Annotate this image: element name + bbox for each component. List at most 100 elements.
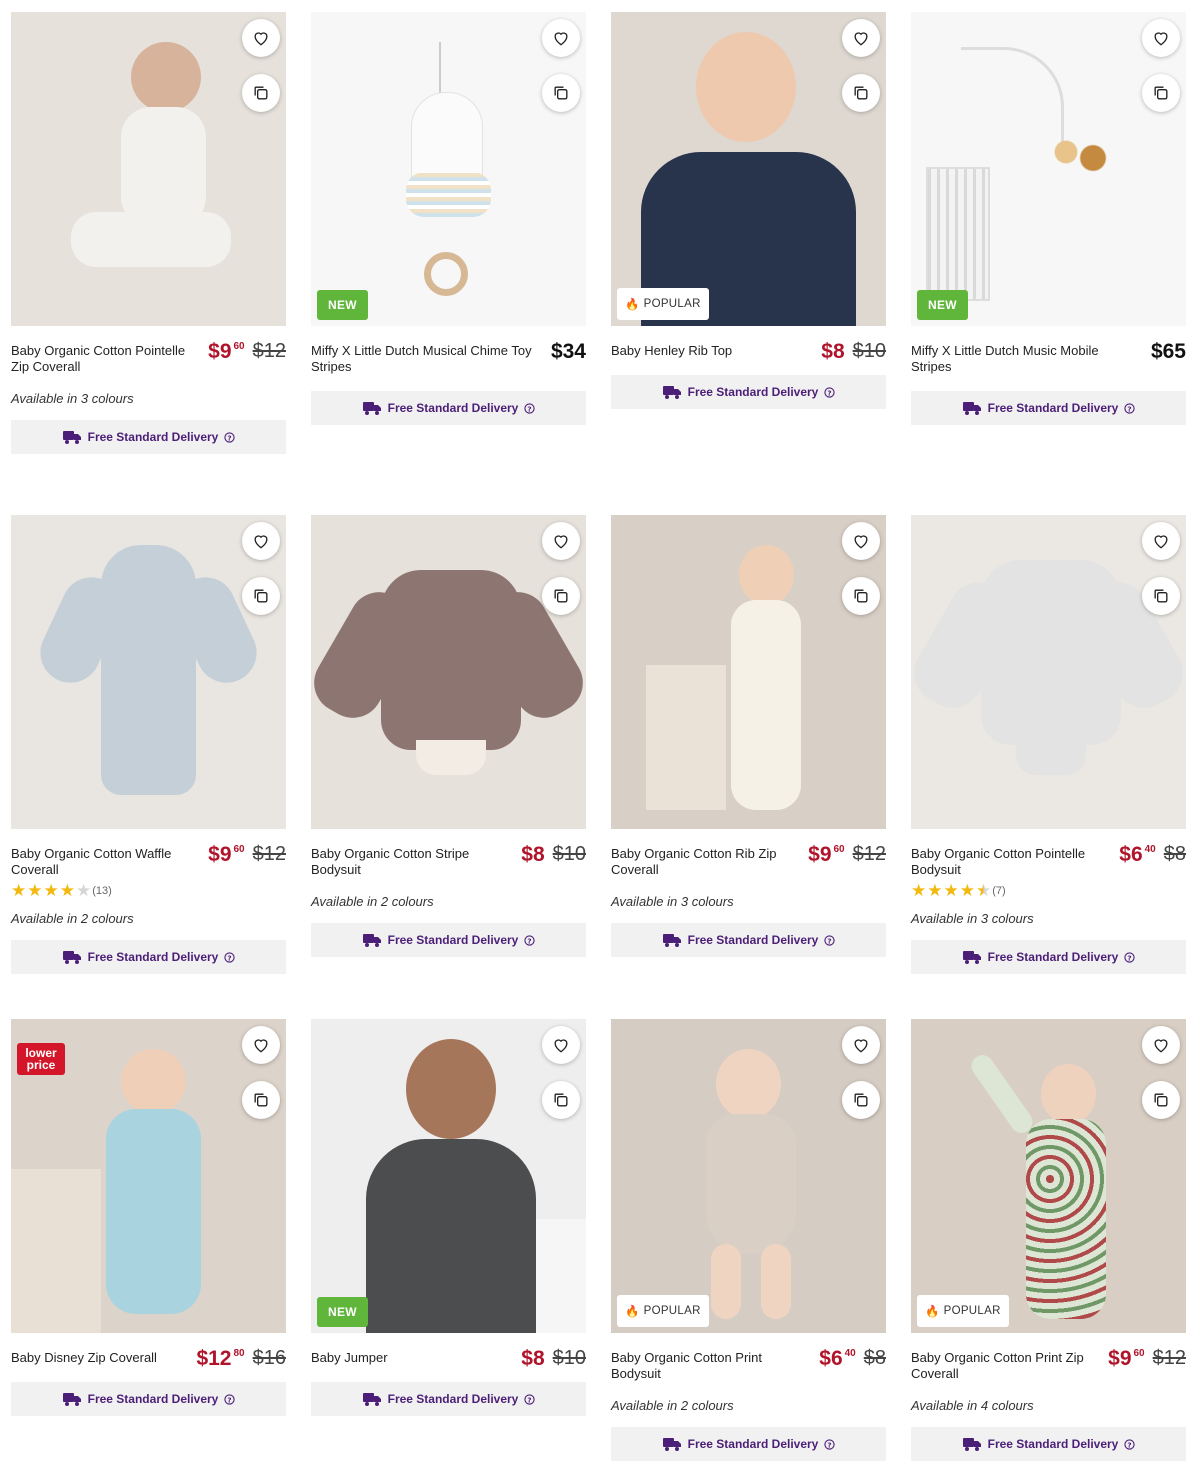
- compare-icon[interactable]: [1142, 74, 1180, 112]
- free-delivery-banner[interactable]: Free Standard Delivery ?: [611, 1427, 886, 1461]
- popular-badge: 🔥 POPULAR: [617, 1295, 709, 1327]
- free-delivery-banner[interactable]: Free Standard Delivery ?: [911, 391, 1186, 425]
- compare-icon[interactable]: [242, 74, 280, 112]
- delivery-truck-icon: [662, 934, 681, 947]
- free-delivery-banner[interactable]: Free Standard Delivery ?: [311, 1382, 586, 1416]
- wishlist-heart-icon[interactable]: [1142, 522, 1180, 560]
- free-delivery-banner[interactable]: Free Standard Delivery ?: [11, 420, 286, 454]
- product-image[interactable]: lower price: [11, 1019, 286, 1333]
- compare-icon[interactable]: [242, 1081, 280, 1119]
- product-card[interactable]: 🔥 POPULAR Baby Henley Rib Top $8 $10 Free…: [611, 12, 886, 409]
- product-image[interactable]: NEW: [911, 12, 1186, 326]
- new-badge: NEW: [317, 290, 368, 320]
- price-was: $8: [863, 1347, 886, 1369]
- help-icon: ?: [1124, 402, 1135, 414]
- star-rating[interactable]: ★ ★ ★ ★ ★ (7): [911, 882, 1186, 899]
- svg-text:?: ?: [1128, 404, 1132, 413]
- help-icon: ?: [524, 934, 535, 946]
- wishlist-heart-icon[interactable]: [242, 1026, 280, 1064]
- product-card[interactable]: Baby Organic Cotton Rib Zip Coverall $9 6…: [611, 515, 886, 957]
- free-delivery-banner[interactable]: Free Standard Delivery ?: [611, 375, 886, 409]
- help-icon: ?: [524, 402, 535, 414]
- product-image[interactable]: 🔥 POPULAR: [611, 12, 886, 326]
- product-image[interactable]: [11, 12, 286, 326]
- wishlist-heart-icon[interactable]: [242, 19, 280, 57]
- product-card[interactable]: 🔥 POPULAR Baby Organic Cotton Print Bodys…: [611, 1019, 886, 1461]
- price-now: $34: [550, 340, 586, 363]
- lower-price-badge: lower price: [17, 1043, 65, 1075]
- free-delivery-banner[interactable]: Free Standard Delivery ?: [311, 391, 586, 425]
- product-card[interactable]: NEW Miffy X Little Dutch Music Mobile St…: [911, 12, 1186, 425]
- product-card[interactable]: NEW Baby Jumper $8 $10 Free Standard Del…: [311, 1019, 586, 1416]
- help-icon: ?: [1124, 1438, 1135, 1450]
- product-image[interactable]: 🔥 POPULAR: [911, 1019, 1186, 1333]
- svg-text:?: ?: [228, 1395, 232, 1404]
- compare-icon[interactable]: [842, 577, 880, 615]
- delivery-truck-icon: [662, 1438, 681, 1451]
- delivery-truck-icon: [362, 934, 381, 947]
- flame-icon: 🔥: [925, 1306, 940, 1318]
- product-image[interactable]: [11, 515, 286, 829]
- free-delivery-banner[interactable]: Free Standard Delivery ?: [11, 940, 286, 974]
- delivery-truck-icon: [62, 951, 81, 964]
- half-star-icon: ★: [976, 881, 992, 900]
- delivery-truck-icon: [62, 1393, 81, 1406]
- delivery-truck-icon: [662, 386, 681, 399]
- new-badge: NEW: [917, 290, 968, 320]
- product-card[interactable]: NEW Miffy X Little Dutch Musical Chime T…: [311, 12, 586, 425]
- wishlist-heart-icon[interactable]: [542, 522, 580, 560]
- product-card[interactable]: Baby Organic Cotton Pointelle Bodysuit $…: [911, 515, 1186, 974]
- product-image[interactable]: [611, 515, 886, 829]
- product-card[interactable]: lower price Baby Disney Zip Coverall $12 8…: [11, 1019, 286, 1416]
- free-delivery-banner[interactable]: Free Standard Delivery ?: [311, 923, 586, 957]
- price-now: $9 60: [808, 843, 845, 866]
- wishlist-heart-icon[interactable]: [842, 19, 880, 57]
- product-card[interactable]: Baby Organic Cotton Waffle Coverall $9 60…: [11, 515, 286, 974]
- free-delivery-banner[interactable]: Free Standard Delivery ?: [611, 923, 886, 957]
- delivery-truck-icon: [962, 1438, 981, 1451]
- compare-icon[interactable]: [542, 1081, 580, 1119]
- product-name[interactable]: Miffy X Little Dutch Music Mobile Stripe…: [911, 343, 1186, 375]
- price-now: $12 80: [196, 1347, 245, 1370]
- svg-text:?: ?: [528, 1395, 532, 1404]
- compare-icon[interactable]: [842, 1081, 880, 1119]
- wishlist-heart-icon[interactable]: [1142, 19, 1180, 57]
- popular-badge: 🔥 POPULAR: [917, 1295, 1009, 1327]
- wishlist-heart-icon[interactable]: [542, 19, 580, 57]
- compare-icon[interactable]: [242, 577, 280, 615]
- wishlist-heart-icon[interactable]: [842, 1026, 880, 1064]
- wishlist-heart-icon[interactable]: [1142, 1026, 1180, 1064]
- colour-availability: Available in 3 colours: [911, 911, 1034, 926]
- wishlist-heart-icon[interactable]: [842, 522, 880, 560]
- review-count: (7): [992, 884, 1006, 897]
- review-count: (13): [92, 884, 112, 897]
- product-image[interactable]: NEW: [311, 1019, 586, 1333]
- product-image[interactable]: NEW: [311, 12, 586, 326]
- delivery-truck-icon: [362, 402, 381, 415]
- delivery-truck-icon: [362, 1393, 381, 1406]
- wishlist-heart-icon[interactable]: [542, 1026, 580, 1064]
- product-image[interactable]: [311, 515, 586, 829]
- free-delivery-banner[interactable]: Free Standard Delivery ?: [11, 1382, 286, 1416]
- product-card[interactable]: Baby Organic Cotton Pointelle Zip Covera…: [11, 12, 286, 454]
- compare-icon[interactable]: [842, 74, 880, 112]
- help-icon: ?: [824, 934, 835, 946]
- star-rating[interactable]: ★ ★ ★ ★ ★ (13): [11, 882, 286, 899]
- flame-icon: 🔥: [625, 299, 640, 311]
- free-delivery-banner[interactable]: Free Standard Delivery ?: [911, 1427, 1186, 1461]
- product-image[interactable]: [911, 515, 1186, 829]
- wishlist-heart-icon[interactable]: [242, 522, 280, 560]
- free-delivery-banner[interactable]: Free Standard Delivery ?: [911, 940, 1186, 974]
- help-icon: ?: [224, 431, 235, 443]
- price-was: $12: [252, 843, 286, 865]
- compare-icon[interactable]: [542, 74, 580, 112]
- compare-icon[interactable]: [1142, 577, 1180, 615]
- compare-icon[interactable]: [1142, 1081, 1180, 1119]
- product-name[interactable]: Miffy X Little Dutch Musical Chime Toy S…: [311, 343, 586, 375]
- product-card[interactable]: Baby Organic Cotton Stripe Bodysuit $8 $…: [311, 515, 586, 957]
- product-image[interactable]: 🔥 POPULAR: [611, 1019, 886, 1333]
- compare-icon[interactable]: [542, 577, 580, 615]
- star-icon: ★: [76, 881, 92, 900]
- price-now: $8: [521, 843, 545, 866]
- product-card[interactable]: 🔥 POPULAR Baby Organic Cotton Print Zip C…: [911, 1019, 1186, 1461]
